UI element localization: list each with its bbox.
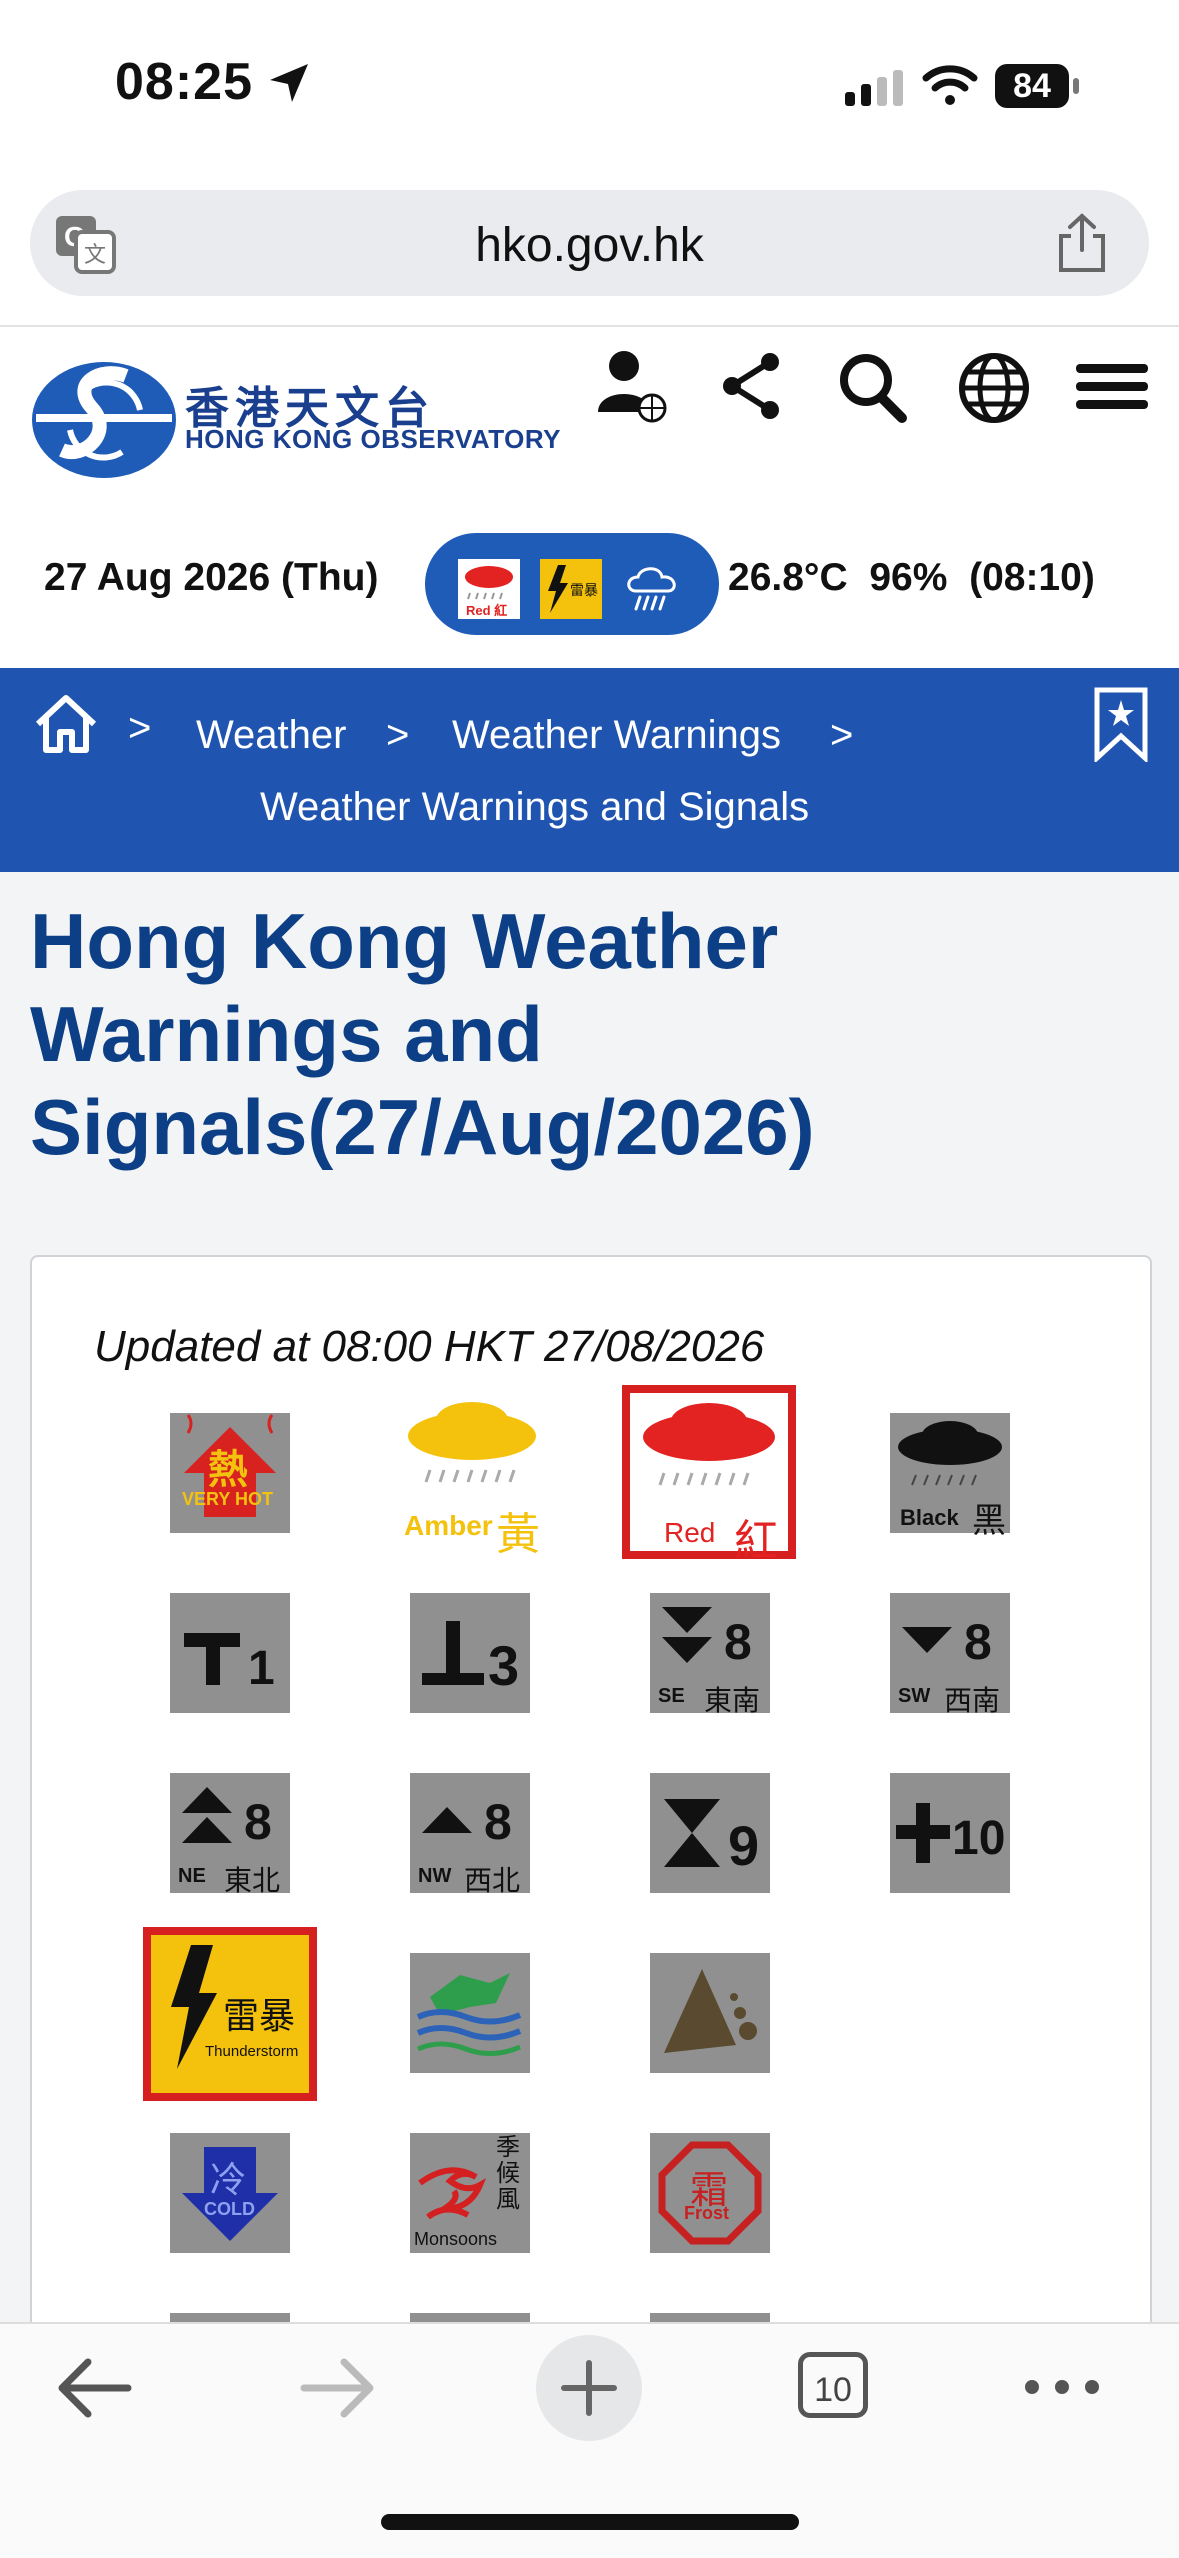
amber-rainstorm-icon[interactable]: Amber 黃 xyxy=(398,1400,546,1559)
temperature: 26.8°C xyxy=(728,556,848,599)
hko-logo-icon[interactable] xyxy=(30,360,178,480)
home-icon[interactable] xyxy=(34,694,98,754)
signal-3-icon[interactable]: 3 xyxy=(410,1593,530,1713)
menu-icon[interactable] xyxy=(1074,348,1150,424)
address-bar[interactable]: G文 hko.gov.hk xyxy=(30,190,1149,296)
signal-8nw-zh: 西北 xyxy=(464,1865,521,1896)
thunderstorm-zh: 雷暴 xyxy=(223,1995,296,2036)
monsoon-en: Monsoons xyxy=(414,2229,498,2249)
status-bar: 08:25 84 xyxy=(0,0,1179,170)
signal-1-icon[interactable]: 1 xyxy=(170,1593,290,1713)
share-network-icon[interactable] xyxy=(720,348,784,424)
very-hot-en: VERY HOT xyxy=(182,1489,274,1509)
forward-arrow-icon[interactable] xyxy=(300,2352,376,2424)
signal-10-icon[interactable]: 10 xyxy=(890,1773,1010,1893)
current-warnings-pill[interactable]: Red 紅 雷暴 xyxy=(425,533,719,635)
breadcrumb-current-page: Weather Warnings and Signals xyxy=(260,785,810,829)
signal-9-number: 9 xyxy=(728,1814,760,1877)
signal-8-southeast-icon[interactable]: 8 SE 東南 xyxy=(650,1593,770,1716)
cellular-signal-icon xyxy=(845,70,903,106)
new-tab-button[interactable] xyxy=(536,2335,642,2441)
signal-8ne-dir: NE xyxy=(178,1865,206,1887)
signal-8se-dir: SE xyxy=(658,1685,685,1707)
signal-8-northwest-icon[interactable]: 8 NW 西北 xyxy=(410,1773,530,1896)
humidity: 96% xyxy=(869,556,948,599)
breadcrumb-separator: > xyxy=(830,713,854,757)
signal-8sw-dir: SW xyxy=(898,1685,931,1707)
more-options-icon[interactable] xyxy=(1022,2372,1102,2402)
black-rainstorm-icon[interactable]: Black 黑 xyxy=(890,1413,1010,1540)
svg-text:雷暴: 雷暴 xyxy=(570,583,598,599)
black-label-en: Black xyxy=(900,1505,959,1530)
page-title: Hong Kong Weather Warnings and Signals(2… xyxy=(30,897,815,1171)
bookmark-icon[interactable] xyxy=(1093,686,1149,762)
thunderstorm-en: Thunderstorm xyxy=(205,2043,299,2060)
signal-8ne-number: 8 xyxy=(244,1794,272,1850)
divider xyxy=(0,325,1179,327)
red-rainstorm-mini-icon: Red 紅 xyxy=(458,559,520,619)
wifi-icon xyxy=(922,65,978,105)
signal-8se-number: 8 xyxy=(724,1614,752,1670)
frost-en: Frost xyxy=(684,2203,729,2223)
signal-10-number: 10 xyxy=(952,1812,1006,1865)
signal-8nw-dir: NW xyxy=(418,1865,452,1887)
monsoon-icon[interactable]: 季候風 Monsoons xyxy=(410,2133,530,2253)
breadcrumb-separator: > xyxy=(386,713,410,757)
status-time: 08:25 xyxy=(115,53,253,111)
svg-text:Red 紅: Red 紅 xyxy=(466,603,507,618)
signal-3-number: 3 xyxy=(488,1634,520,1697)
breadcrumb: > Weather > Weather Warnings > Weather W… xyxy=(0,668,1179,872)
amber-label-zh: 黃 xyxy=(496,1510,540,1559)
cold-en: COLD xyxy=(204,2199,255,2219)
observation-time: (08:10) xyxy=(969,556,1095,599)
red-label-zh: 紅 xyxy=(734,1517,778,1566)
signal-8sw-number: 8 xyxy=(964,1614,992,1670)
monsoon-zh: 季候風 xyxy=(496,2134,520,2213)
warning-icon-partial[interactable] xyxy=(410,2313,530,2322)
cold-weather-icon[interactable]: 冷 COLD xyxy=(170,2133,290,2253)
location-arrow-icon xyxy=(270,64,308,102)
thunderstorm-active-frame[interactable]: 雷暴 Thunderstorm xyxy=(143,1927,317,2101)
signal-8nw-number: 8 xyxy=(484,1794,512,1850)
signal-8sw-zh: 西南 xyxy=(944,1685,1001,1716)
signal-8-southwest-icon[interactable]: 8 SW 西南 xyxy=(890,1593,1010,1716)
cold-zh: 冷 xyxy=(210,2159,247,2200)
user-language-icon[interactable] xyxy=(596,348,668,424)
frost-icon[interactable]: 霜 Frost xyxy=(650,2133,770,2253)
plus-icon xyxy=(561,2360,617,2416)
warning-icon-partial[interactable] xyxy=(170,2313,290,2322)
signal-1-number: 1 xyxy=(248,1642,275,1695)
signal-9-icon[interactable]: 9 xyxy=(650,1773,770,1893)
breadcrumb-weather-warnings[interactable]: Weather Warnings xyxy=(452,713,781,758)
rain-mini-icon xyxy=(627,567,676,611)
battery-level: 84 xyxy=(995,64,1069,108)
signal-8-northeast-icon[interactable]: 8 NE 東北 xyxy=(170,1773,290,1896)
back-arrow-icon[interactable] xyxy=(56,2352,132,2424)
home-indicator xyxy=(381,2514,799,2530)
amber-label-en: Amber xyxy=(404,1510,493,1541)
thunderstorm-mini-icon: 雷暴 xyxy=(540,559,602,619)
tabs-button[interactable]: 10 xyxy=(798,2352,868,2418)
current-date: 27 Aug 2026 (Thu) xyxy=(44,556,379,599)
share-icon[interactable] xyxy=(1055,212,1109,274)
url-text[interactable]: hko.gov.hk xyxy=(30,218,1149,273)
updated-time: Updated at 08:00 HKT 27/08/2026 xyxy=(94,1322,765,1371)
breadcrumb-separator: > xyxy=(128,706,152,750)
breadcrumb-weather[interactable]: Weather xyxy=(196,713,346,758)
black-label-zh: 黑 xyxy=(972,1502,1006,1540)
warning-icon-partial[interactable] xyxy=(650,2313,770,2322)
red-rainstorm-active-frame[interactable]: Red 紅 xyxy=(622,1385,796,1566)
battery-indicator: 84 xyxy=(995,64,1079,108)
search-icon[interactable] xyxy=(836,348,908,424)
logo-english-name: HONG KONG OBSERVATORY xyxy=(185,424,561,454)
globe-icon[interactable] xyxy=(956,348,1032,424)
signal-8ne-zh: 東北 xyxy=(224,1865,281,1896)
very-hot-warning-icon[interactable]: 熱 VERY HOT xyxy=(170,1413,290,1533)
very-hot-zh: 熱 xyxy=(208,1448,248,1492)
current-weather-readings: 26.8°C 96% (08:10) xyxy=(728,556,1095,600)
landslip-icon[interactable] xyxy=(650,1953,770,2073)
red-label-en: Red xyxy=(664,1517,716,1548)
signal-8se-zh: 東南 xyxy=(704,1685,761,1716)
flooding-north-icon[interactable] xyxy=(410,1953,530,2073)
